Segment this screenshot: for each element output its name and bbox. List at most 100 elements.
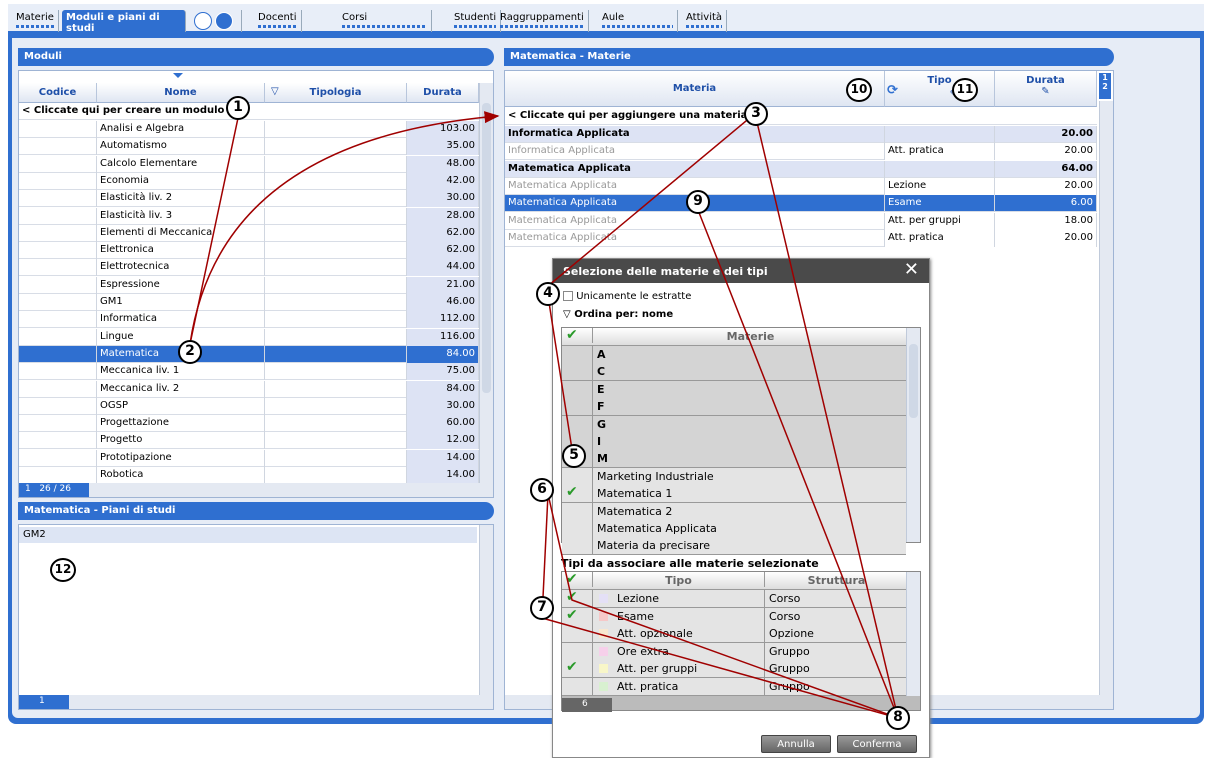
page-tabs[interactable]: 12 bbox=[1099, 73, 1111, 99]
list-item[interactable]: F bbox=[562, 398, 906, 417]
chevron-down-icon[interactable]: ▽ bbox=[563, 309, 571, 320]
tab-attivita[interactable]: Attività bbox=[682, 10, 728, 32]
list-item[interactable]: ✔ Matematica 1 bbox=[562, 484, 906, 504]
table-row[interactable]: Analisi e Algebra 103.00 bbox=[19, 121, 479, 138]
table-row[interactable]: Elementi di Meccanica 62.00 bbox=[19, 224, 479, 242]
confirm-button[interactable]: Conferma bbox=[837, 735, 917, 753]
list-item[interactable]: Matematica 2 bbox=[562, 502, 906, 521]
moduli-scrollbar[interactable] bbox=[479, 83, 493, 483]
tab-raggruppamenti[interactable]: Raggruppamenti bbox=[496, 10, 589, 32]
list-item[interactable]: Att. pratica Gruppo bbox=[562, 678, 906, 696]
table-row[interactable]: Progettazione 60.00 bbox=[19, 415, 479, 433]
table-row[interactable]: Elasticità liv. 2 30.00 bbox=[19, 190, 479, 208]
check-icon[interactable]: ✔ bbox=[566, 659, 578, 675]
list-item[interactable]: C bbox=[562, 363, 906, 382]
list-item[interactable]: I bbox=[562, 433, 906, 451]
tab-aule[interactable]: Aule bbox=[598, 10, 678, 32]
subject-type: Att. pratica bbox=[885, 229, 995, 247]
list-item[interactable]: E bbox=[562, 380, 906, 399]
table-row[interactable]: Espressione 21.00 bbox=[19, 276, 479, 294]
module-name: Meccanica liv. 2 bbox=[97, 380, 265, 398]
table-row[interactable]: Meccanica liv. 1 75.00 bbox=[19, 363, 479, 381]
list-item[interactable]: ✔ Att. per gruppi Gruppo bbox=[562, 659, 906, 679]
piano-row[interactable]: GM2 bbox=[19, 527, 477, 543]
table-row[interactable]: Meccanica liv. 2 84.00 bbox=[19, 380, 479, 398]
list-item[interactable]: ✔ Esame Corso bbox=[562, 607, 906, 626]
col-tipo[interactable]: Tipo✎⟳ bbox=[885, 71, 995, 107]
table-row[interactable]: Calcolo Elementare 48.00 bbox=[19, 155, 479, 173]
edit-pencil-icon[interactable]: ✎ bbox=[1041, 86, 1049, 97]
dialog-materie-scrollbar[interactable] bbox=[906, 328, 920, 542]
tab-materie[interactable]: Materie bbox=[12, 10, 59, 32]
list-item[interactable]: ✔ Lezione Corso bbox=[562, 589, 906, 608]
check-all-types-icon[interactable]: ✔ bbox=[566, 571, 578, 587]
table-row[interactable]: Matematica Applicata 64.00 bbox=[505, 160, 1097, 178]
col-durata[interactable]: Durata bbox=[407, 83, 479, 103]
table-row[interactable]: Matematica Applicata Att. pratica 20.00 bbox=[505, 229, 1097, 247]
list-item[interactable]: Matematica Applicata bbox=[562, 520, 906, 538]
table-row[interactable]: Matematica 84.00 bbox=[19, 345, 479, 363]
check-icon[interactable]: ✔ bbox=[566, 484, 578, 500]
module-duration: 62.00 bbox=[407, 224, 479, 242]
table-row[interactable]: Matematica Applicata Att. per gruppi 18.00 bbox=[505, 212, 1097, 230]
list-item[interactable]: A bbox=[562, 346, 906, 364]
list-item[interactable]: Ore extra Gruppo bbox=[562, 642, 906, 661]
type-color-swatch bbox=[599, 594, 608, 603]
table-row[interactable]: Elettrotecnica 44.00 bbox=[19, 259, 479, 277]
piani-scrollbar[interactable] bbox=[479, 525, 493, 695]
pie-view-icon[interactable] bbox=[194, 12, 212, 30]
filter-icon[interactable]: ▽ bbox=[271, 86, 279, 97]
tab-docenti[interactable]: Docenti bbox=[254, 10, 302, 32]
table-row[interactable]: OGSP 30.00 bbox=[19, 397, 479, 415]
moduli-header: Moduli bbox=[18, 48, 494, 66]
tab-moduli[interactable]: Moduli e piani di studi bbox=[62, 10, 186, 34]
table-row[interactable]: Lingue 116.00 bbox=[19, 328, 479, 346]
table-row[interactable]: Robotica 14.00 bbox=[19, 467, 479, 484]
table-row[interactable]: GM1 46.00 bbox=[19, 294, 479, 311]
col-durata-materie[interactable]: Durata ✎ bbox=[995, 71, 1097, 107]
cancel-button[interactable]: Annulla bbox=[761, 735, 831, 753]
list-item[interactable]: Materia da precisare bbox=[562, 537, 906, 556]
callout-12: 12 bbox=[50, 558, 76, 582]
col-materia[interactable]: Materia bbox=[505, 71, 885, 107]
module-name: Calcolo Elementare bbox=[97, 155, 265, 173]
add-subject-row[interactable]: < Cliccate qui per aggiungere una materi… bbox=[505, 108, 1097, 125]
subject-name: Informatica Applicata bbox=[505, 143, 885, 161]
subject-label: Matematica 2 bbox=[592, 502, 906, 520]
close-icon[interactable]: ✕ bbox=[904, 259, 919, 280]
list-item[interactable]: M bbox=[562, 450, 906, 469]
table-row[interactable]: Informatica 112.00 bbox=[19, 311, 479, 329]
table-row[interactable]: Economia 42.00 bbox=[19, 172, 479, 190]
subject-name: Matematica Applicata bbox=[505, 212, 885, 230]
table-row[interactable]: Prototipazione 14.00 bbox=[19, 449, 479, 467]
check-all-icon[interactable]: ✔ bbox=[566, 327, 578, 343]
callout-5: 5 bbox=[562, 444, 586, 468]
list-item[interactable]: Att. opzionale Opzione bbox=[562, 625, 906, 644]
tab-studenti[interactable]: Studenti bbox=[450, 10, 502, 32]
sort-by[interactable]: ▽ Ordina per: nome bbox=[563, 309, 673, 320]
tab-corsi[interactable]: Corsi bbox=[338, 10, 432, 32]
dialog-types-scrollbar[interactable] bbox=[906, 572, 920, 696]
col-tipologia[interactable]: ▽ Tipologia bbox=[265, 83, 407, 103]
tab-bar: Materie Moduli e piani di studi Docenti … bbox=[8, 4, 1204, 34]
only-extracted-option[interactable]: Unicamente le estratte bbox=[563, 291, 691, 302]
check-icon[interactable]: ✔ bbox=[566, 607, 578, 623]
table-row[interactable]: Automatismo 35.00 bbox=[19, 138, 479, 156]
wheel-view-icon[interactable] bbox=[215, 12, 234, 30]
table-row[interactable]: Progetto 12.00 bbox=[19, 432, 479, 450]
col-codice[interactable]: Codice bbox=[19, 83, 97, 103]
list-item[interactable]: Marketing Industriale bbox=[562, 467, 906, 486]
check-icon[interactable]: ✔ bbox=[566, 589, 578, 605]
list-item[interactable]: G bbox=[562, 415, 906, 434]
module-duration: 44.00 bbox=[407, 259, 479, 277]
table-row[interactable]: Matematica Applicata Esame 6.00 bbox=[505, 195, 1097, 213]
table-row[interactable]: Elasticità liv. 3 28.00 bbox=[19, 207, 479, 225]
table-row[interactable]: Informatica Applicata 20.00 bbox=[505, 126, 1097, 143]
materie-scrollbar[interactable] bbox=[1099, 101, 1113, 695]
view-toggle[interactable] bbox=[190, 10, 242, 32]
refresh-icon[interactable]: ⟳ bbox=[887, 83, 898, 98]
checkbox[interactable] bbox=[563, 291, 573, 301]
table-row[interactable]: Informatica Applicata Att. pratica 20.00 bbox=[505, 143, 1097, 161]
table-row[interactable]: Elettronica 62.00 bbox=[19, 242, 479, 260]
table-row[interactable]: Matematica Applicata Lezione 20.00 bbox=[505, 177, 1097, 195]
